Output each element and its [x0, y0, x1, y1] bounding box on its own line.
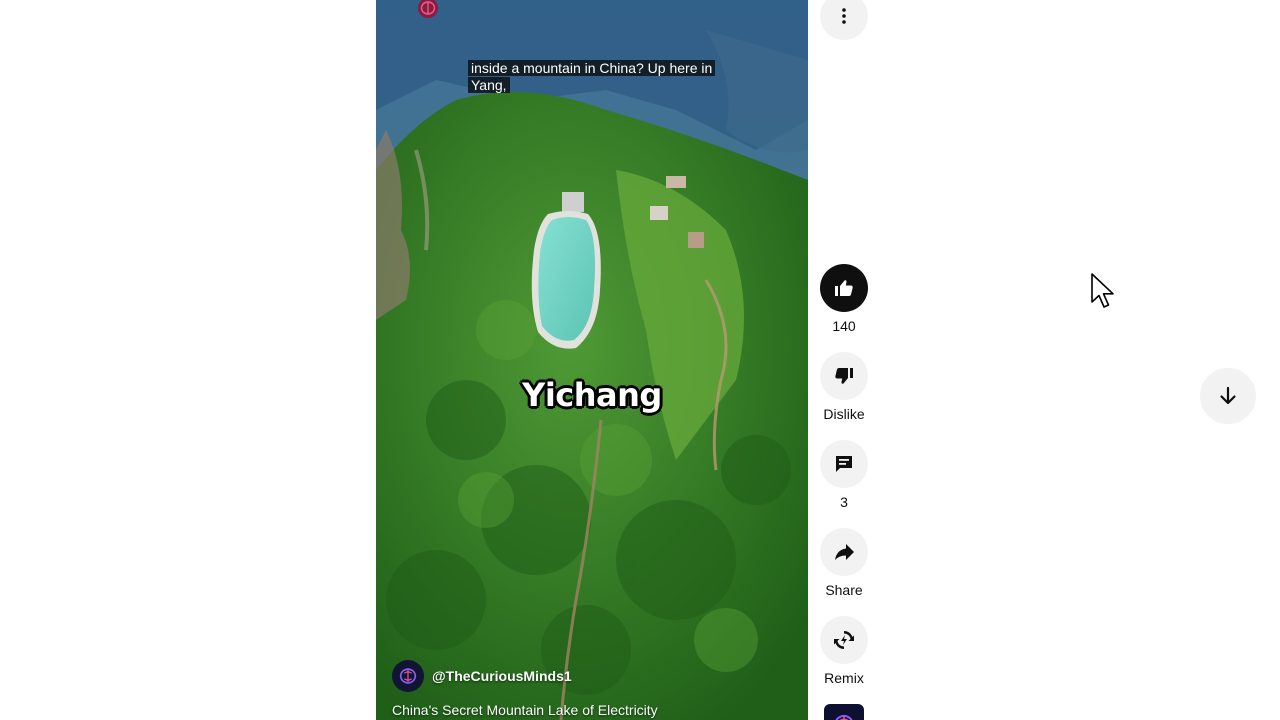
shorts-page: inside a mountain in China? Up here in Y…: [0, 0, 1280, 720]
dislike-label: Dislike: [823, 406, 865, 422]
comment-count: 3: [840, 494, 848, 510]
sound-channel-thumbnail[interactable]: [824, 704, 864, 720]
more-options-button[interactable]: [820, 0, 868, 40]
like-count: 140: [832, 318, 856, 334]
video-caption: inside a mountain in China? Up here in Y…: [468, 60, 718, 94]
video-frame: [376, 0, 808, 720]
channel-avatar[interactable]: [392, 660, 424, 692]
thumbs-up-icon: [835, 280, 853, 296]
comment-icon: [836, 456, 852, 472]
remix-label: Remix: [824, 670, 864, 686]
video-overlay-text: Yichang: [522, 376, 662, 414]
arrow-down-icon: [1220, 386, 1236, 405]
share-button[interactable]: [820, 528, 868, 576]
brain-icon: [835, 714, 853, 720]
more-vertical-icon: [842, 8, 846, 24]
next-video-button[interactable]: [1200, 368, 1256, 424]
mouse-cursor-icon: [1091, 273, 1114, 308]
channel-handle[interactable]: @TheCuriousMinds1: [432, 668, 572, 684]
brain-icon: [399, 668, 417, 684]
remix-icon: [834, 631, 854, 649]
video-title[interactable]: China's Secret Mountain Lake of Electric…: [392, 702, 658, 718]
brain-logo-icon: [418, 0, 438, 18]
shorts-video-player[interactable]: inside a mountain in China? Up here in Y…: [376, 0, 808, 720]
channel-info: @TheCuriousMinds1: [392, 660, 572, 692]
comments-button[interactable]: [820, 440, 868, 488]
dislike-button[interactable]: [820, 352, 868, 400]
thumbs-down-icon: [835, 368, 853, 384]
like-button[interactable]: [820, 264, 868, 312]
share-arrow-icon: [835, 544, 854, 560]
remix-button[interactable]: [820, 616, 868, 664]
share-label: Share: [825, 582, 863, 598]
